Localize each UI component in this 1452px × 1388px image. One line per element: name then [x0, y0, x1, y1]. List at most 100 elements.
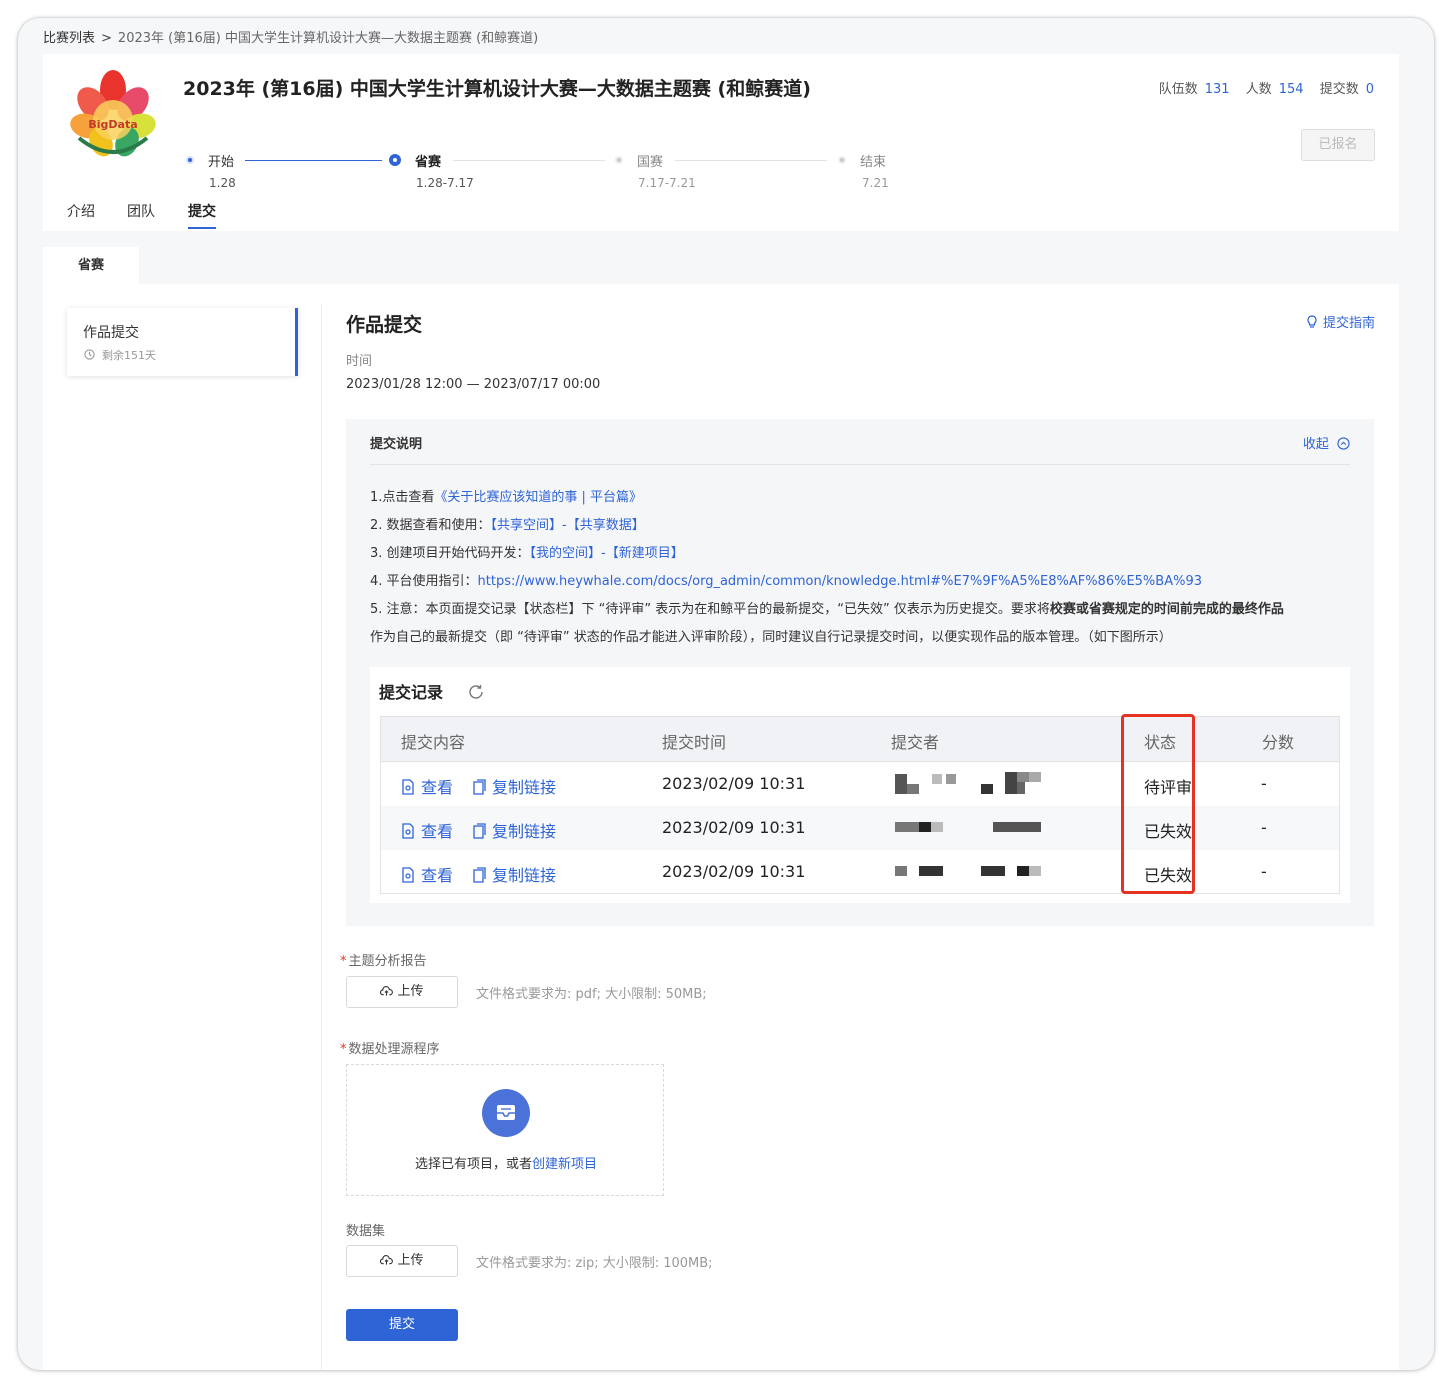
stage-national-dot: [615, 156, 623, 164]
cloud-upload-icon: [380, 1255, 394, 1265]
stage-national-date: 7.17-7.21: [638, 176, 696, 190]
sidebar-item-title: 作品提交: [83, 325, 139, 341]
create-project-link[interactable]: 创建新项目: [532, 1157, 597, 1172]
row-time: 2023/02/09 10:31: [662, 818, 806, 837]
sidebar-item-remaining: 剩余151天: [102, 349, 156, 362]
note-line-5: 5. 注意：本页面提交记录【状态栏】下 “待评审” 表示为在和鲸平台的最新提交，…: [370, 602, 1284, 617]
team-count-label: 队伍数: [1158, 82, 1198, 97]
team-count-value: 131: [1204, 82, 1230, 97]
stage-national-name: 国赛: [637, 155, 664, 170]
competition-stats: 队伍数 131 人数 154 提交数 0: [1159, 78, 1374, 97]
project-select-prompt: 选择已有项目，或者创建新项目: [414, 1157, 598, 1172]
row-score: -: [1261, 774, 1267, 793]
copy-link-button[interactable]: 复制链接: [472, 818, 556, 842]
records-title: 提交记录: [379, 679, 485, 703]
project-select-zone[interactable]: 选择已有项目，或者创建新项目: [346, 1064, 664, 1196]
main-nav: 介绍 团队 提交: [43, 191, 1399, 231]
round-tab-provincial[interactable]: 省赛: [43, 247, 139, 284]
section-title: 作品提交: [346, 314, 423, 336]
people-count-value: 154: [1278, 82, 1304, 97]
document-icon: [402, 823, 414, 839]
new-project-link[interactable]: 【我的空间】-【新建项目】: [530, 546, 684, 561]
table-header: 提交内容 提交时间 提交者 状态 分数: [381, 717, 1339, 762]
stage-line-pending: [453, 160, 605, 161]
platform-guide-link[interactable]: 《关于比赛应该知道的事 | 平台篇》: [434, 490, 642, 505]
notes-divider: [370, 464, 1350, 465]
stage-current-name: 省赛: [415, 155, 442, 170]
document-icon: [402, 867, 414, 883]
table-row: 查看 复制链接 2023/02/09 10:31 已失效 -: [381, 806, 1339, 850]
submit-button[interactable]: 提交: [346, 1309, 458, 1341]
col-header-submitter: 提交者: [891, 733, 940, 752]
nav-tab-team[interactable]: 团队: [127, 201, 155, 221]
source-field-label: * 数据处理源程序: [340, 1042, 440, 1057]
sidebar-item-submission[interactable]: 作品提交 剩余151天: [67, 308, 298, 376]
notes-title: 提交说明: [370, 437, 423, 452]
view-button[interactable]: 查看: [401, 862, 453, 886]
registered-button[interactable]: 已报名: [1301, 129, 1375, 161]
row-score: -: [1261, 818, 1267, 837]
stage-start-date: 1.28: [209, 176, 236, 190]
content-panel: 作品提交 剩余151天 作品提交 提交指南 时间 2023/01/28 12:0…: [43, 284, 1399, 1370]
stage-end-dot: [838, 156, 846, 164]
view-button[interactable]: 查看: [401, 774, 453, 798]
cloud-upload-icon: [380, 986, 394, 996]
submission-count-label: 提交数: [1319, 82, 1359, 97]
collapse-button[interactable]: 收起: [1303, 433, 1350, 452]
submitter-redacted: [895, 820, 1045, 834]
submission-records: 提交记录 提交内容 提交时间 提交者 状态 分数 查看 复制链接 2023/02…: [370, 667, 1350, 903]
records-table: 提交内容 提交时间 提交者 状态 分数 查看 复制链接 2023/02/09 1…: [380, 716, 1340, 894]
competition-header: BigData 2023年 (第16届) 中国大学生计算机设计大赛—大数据主题赛…: [43, 54, 1399, 209]
submission-guide-link[interactable]: 提交指南: [1306, 312, 1375, 331]
time-range: 2023/01/28 12:00 — 2023/07/17 00:00: [346, 377, 601, 392]
submitter-redacted: [895, 772, 1045, 796]
refresh-icon[interactable]: [467, 683, 485, 701]
row-time: 2023/02/09 10:31: [662, 774, 806, 793]
view-button[interactable]: 查看: [401, 818, 453, 842]
time-label: 时间: [346, 354, 373, 369]
inbox-icon: [482, 1089, 530, 1137]
dataset-field-label: 数据集: [346, 1224, 386, 1239]
breadcrumb-current: 2023年 (第16届) 中国大学生计算机设计大赛—大数据主题赛 (和鲸赛道): [117, 31, 539, 46]
stage-line-pending-2: [675, 160, 827, 161]
nav-active-indicator: [188, 227, 216, 229]
report-upload-button[interactable]: 上传: [346, 976, 458, 1008]
submission-guide-label: 提交指南: [1322, 316, 1375, 331]
nav-tab-intro[interactable]: 介绍: [67, 201, 95, 221]
col-header-time: 提交时间: [662, 733, 727, 752]
row-score: -: [1261, 862, 1267, 881]
stage-end-name: 结束: [860, 155, 887, 170]
stage-current-date: 1.28-7.17: [416, 176, 474, 190]
nav-tab-submit[interactable]: 提交: [188, 201, 216, 221]
table-row: 查看 复制链接 2023/02/09 10:31 待评审 -: [381, 762, 1339, 806]
shared-data-link[interactable]: 【共享空间】-【共享数据】: [491, 518, 645, 533]
dataset-upload-button[interactable]: 上传: [346, 1245, 458, 1277]
submission-count-value: 0: [1365, 82, 1374, 97]
stage-end-date: 7.21: [862, 176, 889, 190]
submitter-redacted: [895, 864, 1045, 878]
stage-current-dot: [389, 154, 401, 166]
table-row: 查看 复制链接 2023/02/09 10:31 已失效 -: [381, 850, 1339, 894]
note-line-2: 2. 数据查看和使用：【共享空间】-【共享数据】: [370, 518, 645, 533]
chevron-up-circle-icon: [1337, 437, 1350, 450]
collapse-label: 收起: [1302, 437, 1329, 452]
document-icon: [402, 779, 414, 795]
copy-link-button[interactable]: 复制链接: [472, 862, 556, 886]
docs-url-link[interactable]: https://www.heywhale.com/docs/org_admin/…: [478, 574, 1202, 589]
note-line-4: 4. 平台使用指引：https://www.heywhale.com/docs/…: [370, 574, 1202, 589]
stage-timeline: 开始 1.28 省赛 1.28-7.17 国赛 7.17-7.21 结束 7.2…: [43, 54, 1043, 208]
note-line-6: 作为自己的最新提交（即 “待评审” 状态的作品才能进入评审阶段），同时建议自行记…: [370, 630, 1172, 645]
stage-line-done: [245, 160, 382, 161]
stage-start-dot: [186, 156, 194, 164]
submission-notes: 提交说明 收起 1.点击查看《关于比赛应该知道的事 | 平台篇》 2. 数据查看…: [346, 419, 1374, 926]
copy-link-button[interactable]: 复制链接: [472, 774, 556, 798]
breadcrumb-root-link[interactable]: 比赛列表: [43, 31, 95, 46]
copy-icon: [473, 823, 486, 839]
dataset-format-hint: 文件格式要求为: zip; 大小限制: 100MB;: [476, 1256, 713, 1271]
row-time: 2023/02/09 10:31: [662, 862, 806, 881]
status-column-highlight: [1121, 714, 1195, 894]
lightbulb-icon: [1307, 315, 1317, 328]
col-header-content: 提交内容: [401, 733, 466, 752]
col-header-score: 分数: [1262, 733, 1295, 752]
breadcrumb: 比赛列表 >2023年 (第16届) 中国大学生计算机设计大赛—大数据主题赛 (和…: [43, 27, 538, 46]
